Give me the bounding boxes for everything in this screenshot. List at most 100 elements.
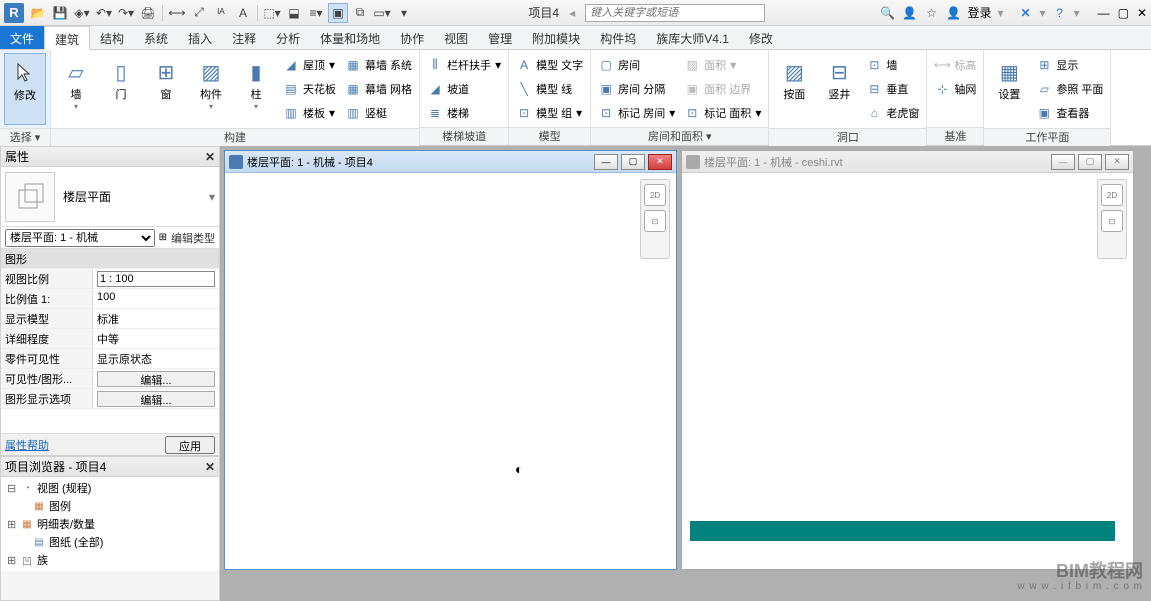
print-icon[interactable]: 🖨 — [138, 3, 158, 23]
mullion-button[interactable]: ▥竖梃 — [342, 101, 415, 124]
doc1-minimize-icon[interactable]: — — [594, 154, 618, 170]
tab-modify[interactable]: 修改 — [739, 26, 783, 49]
doc2-canvas[interactable]: 2D ⊡ — [682, 173, 1133, 569]
app-logo[interactable]: R — [4, 3, 24, 23]
floor-element[interactable] — [690, 521, 1115, 541]
help-icon[interactable]: ? — [1052, 5, 1068, 21]
ceiling-button[interactable]: ▤天花板 — [280, 77, 339, 100]
tree-sheets[interactable]: ▤图纸 (全部) — [3, 533, 217, 551]
tab-file[interactable]: 文件 — [0, 26, 44, 49]
vertical-button[interactable]: ⊟垂直 — [863, 77, 922, 100]
tag-icon[interactable]: ᴵᴬ — [211, 3, 231, 23]
tree-views[interactable]: ⊟◔视图 (规程) — [3, 479, 217, 497]
login-link[interactable]: 登录 — [967, 4, 991, 21]
tab-component-dock[interactable]: 构件坞 — [590, 26, 646, 49]
3d-icon[interactable]: ⬚▾ — [262, 3, 282, 23]
room-sep-button[interactable]: ▣房间 分隔 — [595, 77, 678, 100]
doc2-close-icon[interactable]: ✕ — [1105, 154, 1129, 170]
tab-family-master[interactable]: 族库大师V4.1 — [646, 26, 739, 49]
qat-dropdown-icon[interactable]: ▾ — [394, 3, 414, 23]
show-wp-button[interactable]: ⊞显示 — [1033, 53, 1106, 76]
ref-plane-button[interactable]: ▱参照 平面 — [1033, 77, 1106, 100]
properties-help-link[interactable]: 属性帮助 — [5, 437, 49, 453]
view-scale-input[interactable] — [97, 271, 215, 287]
switch-icon[interactable]: ⧉ — [350, 3, 370, 23]
tab-systems[interactable]: 系统 — [134, 26, 178, 49]
ramp-button[interactable]: ◢坡道 — [424, 77, 504, 100]
tab-manage[interactable]: 管理 — [478, 26, 522, 49]
tab-massing[interactable]: 体量和场地 — [310, 26, 390, 49]
minimize-icon[interactable]: — — [1098, 6, 1110, 20]
roof-button[interactable]: ◢屋顶 ▾ — [280, 53, 339, 76]
stair-button[interactable]: ≣楼梯 — [424, 101, 504, 124]
area-boundary-button[interactable]: ▣面积 边界 — [681, 77, 764, 100]
tab-annotate[interactable]: 注释 — [222, 26, 266, 49]
modify-button[interactable]: 修改 — [4, 53, 46, 125]
tab-architecture[interactable]: 建筑 — [44, 26, 90, 50]
graphic-display-edit-button[interactable]: 编辑... — [97, 391, 215, 407]
door-button[interactable]: ▯门 — [100, 53, 142, 125]
viewer-button[interactable]: ▣查看器 — [1033, 101, 1106, 124]
tab-structure[interactable]: 结构 — [90, 26, 134, 49]
open-icon[interactable]: 📂 — [28, 3, 48, 23]
curtain-grid-button[interactable]: ▦幕墙 网格 — [342, 77, 415, 100]
section-icon[interactable]: ⬓ — [284, 3, 304, 23]
area-button[interactable]: ▨面积 ▾ — [681, 53, 764, 76]
doc1-canvas[interactable]: 2D ⊡ ◐ — [225, 173, 676, 569]
close-hidden-icon[interactable]: ▣ — [328, 3, 348, 23]
tab-collaborate[interactable]: 协作 — [390, 26, 434, 49]
vis-graphics-edit-button[interactable]: 编辑... — [97, 371, 215, 387]
doc1-close-icon[interactable]: ✕ — [648, 154, 672, 170]
tree-schedules[interactable]: ⊞▦明细表/数量 — [3, 515, 217, 533]
type-thumbnail[interactable] — [5, 172, 55, 222]
properties-close-icon[interactable]: ✕ — [205, 150, 215, 164]
tab-view[interactable]: 视图 — [434, 26, 478, 49]
save-icon[interactable]: 💾 — [50, 3, 70, 23]
tab-analyze[interactable]: 分析 — [266, 26, 310, 49]
edit-type-button[interactable]: 编辑类型 — [171, 230, 215, 246]
level-button[interactable]: ⟷标高 — [931, 53, 979, 76]
communicate-icon[interactable]: 👤 — [901, 5, 917, 21]
search-help-icon[interactable]: 🔍 — [879, 5, 895, 21]
tree-legends[interactable]: ▦图例 — [3, 497, 217, 515]
instance-selector[interactable]: 楼层平面: 1 - 机械 — [5, 229, 155, 247]
thin-lines-icon[interactable]: ≡▾ — [306, 3, 326, 23]
model-group-button[interactable]: ⊡模型 组 ▾ — [513, 101, 586, 124]
tag-area-button[interactable]: ⊡标记 面积 ▾ — [681, 101, 764, 124]
dormer-button[interactable]: ⌂老虎窗 — [863, 101, 922, 124]
shaft-button[interactable]: ⊟竖井 — [818, 53, 860, 125]
user-icon[interactable]: 👤 — [945, 5, 961, 21]
undo-icon[interactable]: ↶▾ — [94, 3, 114, 23]
component-button[interactable]: ▨构件▾ — [190, 53, 232, 125]
sync-icon[interactable]: ◈▾ — [72, 3, 92, 23]
window-button[interactable]: ⊞窗 — [145, 53, 187, 125]
measure-icon[interactable]: ⟷ — [167, 3, 187, 23]
wall-opening-button[interactable]: ⊡墙 — [863, 53, 922, 76]
by-face-button[interactable]: ▨按面 — [773, 53, 815, 125]
tag-room-button[interactable]: ⊡标记 房间 ▾ — [595, 101, 678, 124]
align-dim-icon[interactable]: ⤢ — [189, 3, 209, 23]
close-icon[interactable]: ✕ — [1137, 6, 1147, 20]
exchange-icon[interactable]: ✕ — [1018, 5, 1034, 21]
floor-button[interactable]: ▥楼板 ▾ — [280, 101, 339, 124]
wall-button[interactable]: ▱墙▾ — [55, 53, 97, 125]
tree-families[interactable]: ⊞凹族 — [3, 551, 217, 569]
view-cube-2[interactable]: 2D ⊡ — [1097, 179, 1127, 259]
text-icon[interactable]: A — [233, 3, 253, 23]
doc2-minimize-icon[interactable]: — — [1051, 154, 1075, 170]
browser-close-icon[interactable]: ✕ — [205, 460, 215, 474]
set-button[interactable]: ▦设置 — [988, 53, 1030, 125]
column-button[interactable]: ▮柱▾ — [235, 53, 277, 125]
doc1-maximize-icon[interactable]: ▢ — [621, 154, 645, 170]
tab-insert[interactable]: 插入 — [178, 26, 222, 49]
model-line-button[interactable]: ╲模型 线 — [513, 77, 586, 100]
maximize-icon[interactable]: ▢ — [1118, 6, 1129, 20]
favorite-icon[interactable]: ☆ — [923, 5, 939, 21]
railing-button[interactable]: ⫼栏杆扶手 ▾ — [424, 53, 504, 76]
grid-datum-button[interactable]: ⊹轴网 — [931, 77, 979, 100]
view-cube[interactable]: 2D ⊡ — [640, 179, 670, 259]
switch-win-icon[interactable]: ▭▾ — [372, 3, 392, 23]
model-text-button[interactable]: A模型 文字 — [513, 53, 586, 76]
doc2-maximize-icon[interactable]: ▢ — [1078, 154, 1102, 170]
search-input[interactable] — [585, 4, 765, 22]
